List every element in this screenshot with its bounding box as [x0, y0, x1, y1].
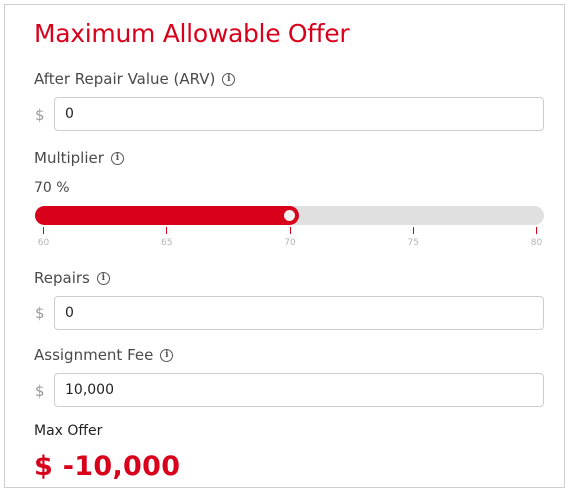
- max-offer-value: $ -10,000: [34, 451, 181, 482]
- arv-currency-symbol: $: [35, 106, 45, 124]
- slider-tick: [536, 227, 537, 234]
- max-offer-label: Max Offer: [34, 423, 103, 439]
- slider-tick-label: 60: [37, 238, 50, 248]
- info-icon[interactable]: i: [160, 348, 174, 362]
- slider-tick: [166, 227, 168, 234]
- multiplier-value-display: 70 %: [34, 180, 70, 196]
- multiplier-slider-fill: [35, 206, 299, 225]
- multiplier-slider-track[interactable]: [35, 206, 544, 225]
- multiplier-label: Multiplier: [34, 149, 104, 167]
- assignment-fee-label-row: Assignment Fee i: [34, 346, 174, 364]
- slider-tick-label: 65: [161, 238, 173, 248]
- slider-tick: [412, 227, 414, 234]
- slider-tick-label: 80: [530, 238, 543, 248]
- max-offer-calculator-card: Maximum Allowable Offer After Repair Val…: [4, 4, 565, 488]
- multiplier-slider-thumb[interactable]: [282, 208, 297, 223]
- info-icon[interactable]: i: [96, 271, 110, 285]
- repairs-label: Repairs: [34, 269, 90, 287]
- assignment-fee-label: Assignment Fee: [34, 346, 154, 364]
- info-icon[interactable]: i: [110, 151, 124, 165]
- repairs-input[interactable]: 0: [54, 296, 544, 330]
- info-icon[interactable]: i: [222, 72, 236, 86]
- slider-tick: [43, 227, 44, 234]
- assignment-fee-input[interactable]: 10,000: [54, 373, 544, 407]
- slider-tick-label: 70: [284, 238, 296, 248]
- repairs-currency-symbol: $: [35, 304, 45, 322]
- slider-tick: [289, 227, 291, 234]
- slider-tick-label: 75: [407, 238, 419, 248]
- arv-label: After Repair Value (ARV): [34, 70, 216, 88]
- arv-label-row: After Repair Value (ARV) i: [34, 70, 236, 88]
- repairs-label-row: Repairs i: [34, 269, 110, 287]
- page-title: Maximum Allowable Offer: [34, 19, 350, 48]
- assignment-fee-currency-symbol: $: [35, 382, 45, 400]
- multiplier-label-row: Multiplier i: [34, 149, 124, 167]
- arv-input[interactable]: 0: [54, 97, 544, 131]
